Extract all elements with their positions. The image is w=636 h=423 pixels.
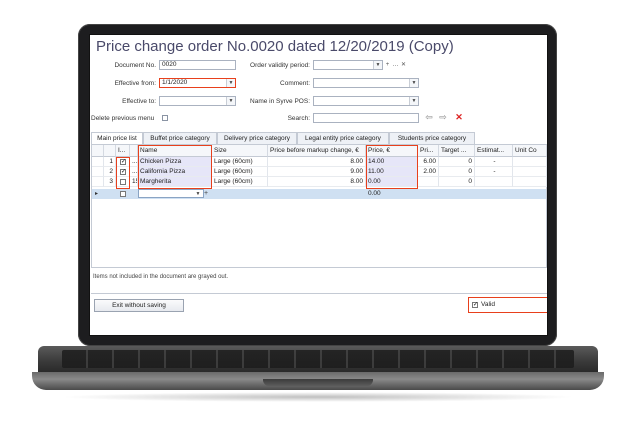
include-checkbox[interactable]	[120, 191, 126, 197]
row-indicator	[92, 167, 104, 177]
chevron-down-icon[interactable]: ▼	[409, 79, 418, 87]
target-cell: 0	[439, 167, 475, 177]
laptop-shadow	[60, 392, 576, 402]
close-x-icon[interactable]: ✕	[454, 113, 464, 122]
arrow-right-icon[interactable]: ⇨	[438, 113, 448, 122]
mark-cell: ...	[130, 167, 138, 177]
chevron-down-icon[interactable]: ▼	[194, 190, 202, 198]
effective-to-label: Effective to:	[122, 98, 156, 105]
tab-delivery[interactable]: Delivery price category	[217, 132, 297, 144]
unit-cost-column-header[interactable]: Unit Co	[513, 145, 547, 157]
valid-label: Valid	[481, 301, 495, 308]
effective-to-field[interactable]: ▼	[159, 96, 236, 106]
pri-cell: 6.00	[418, 157, 439, 167]
order-validity-field[interactable]: ▼	[313, 60, 383, 70]
price-column-highlight	[366, 145, 418, 189]
arrow-left-icon[interactable]: ⇦	[424, 113, 434, 122]
chevron-down-icon[interactable]: ▼	[409, 97, 418, 105]
size-cell[interactable]: Large (60cm)	[212, 177, 268, 187]
row-number: 3	[104, 177, 116, 187]
chevron-down-icon[interactable]: ▼	[226, 79, 235, 87]
row-indicator	[92, 157, 104, 167]
effective-from-value: 1/1/2020	[162, 79, 188, 86]
unit-cost-cell	[513, 167, 547, 177]
unit-cost-cell	[513, 177, 547, 187]
row-number-header	[104, 145, 116, 157]
price-before-cell: 8.00	[268, 177, 366, 187]
valid-highlight: ✓ Valid	[468, 297, 547, 313]
chevron-down-icon[interactable]: ▼	[226, 97, 235, 105]
clear-icon[interactable]: ✕	[400, 61, 407, 69]
pri-cell: 2.00	[418, 167, 439, 177]
estimated-cell: -	[475, 167, 513, 177]
delete-previous-menu-checkbox[interactable]	[162, 115, 168, 121]
comment-field[interactable]: ▼	[313, 78, 419, 88]
laptop-keyboard	[62, 350, 574, 368]
current-row-arrow-icon: ▸	[95, 191, 99, 197]
row-number: 1	[104, 157, 116, 167]
order-validity-label: Order validity period:	[250, 62, 310, 69]
tab-buffet[interactable]: Buffet price category	[143, 132, 217, 144]
price-before-column-header[interactable]: Price before markup change, €	[268, 145, 366, 157]
include-column-header[interactable]: I...	[116, 145, 130, 157]
valid-checkbox[interactable]: ✓	[472, 302, 478, 308]
pri-column-header[interactable]: Pri...	[418, 145, 439, 157]
name-column-highlight	[138, 145, 212, 189]
size-column-header[interactable]: Size	[212, 145, 268, 157]
tab-legal-entity[interactable]: Legal entity price category	[297, 132, 389, 144]
unit-cost-cell	[513, 157, 547, 167]
new-row[interactable]: ▸ ▼ + 0.00	[92, 189, 546, 199]
effective-from-field[interactable]: 1/1/2020 ▼	[159, 78, 236, 88]
target-cell: 0	[439, 157, 475, 167]
window-title: Price change order No.0020 dated 12/20/2…	[96, 38, 454, 55]
delete-previous-menu-label: Delete previous menu	[91, 115, 155, 122]
more-icon[interactable]: …	[392, 61, 399, 69]
add-icon[interactable]: +	[202, 189, 210, 199]
mark-cell: ...	[130, 157, 138, 167]
row-indicator-header	[92, 145, 104, 157]
comment-label: Comment:	[280, 80, 310, 87]
estimated-column-header[interactable]: Estimat...	[475, 145, 513, 157]
target-cell: 0	[439, 177, 475, 187]
document-no-field[interactable]: 0020	[159, 60, 236, 70]
add-icon[interactable]: +	[384, 61, 391, 69]
mark-cell: 15	[130, 177, 138, 187]
row-number: 2	[104, 167, 116, 177]
grayed-out-note: Items not included in the document are g…	[93, 274, 229, 280]
search-input[interactable]	[313, 113, 419, 123]
price-before-cell: 9.00	[268, 167, 366, 177]
row-indicator	[92, 177, 104, 187]
laptop-notch	[263, 379, 373, 386]
chevron-down-icon[interactable]: ▼	[373, 61, 382, 69]
name-pos-field[interactable]: ▼	[313, 96, 419, 106]
price-grid: I... Name Size Price before markup chang…	[91, 144, 547, 268]
document-no-label: Document No.	[114, 62, 156, 69]
new-row-price: 0.00	[368, 190, 381, 197]
divider	[91, 293, 547, 294]
effective-from-label: Effective from:	[114, 80, 156, 87]
mark-column-header[interactable]	[130, 145, 138, 157]
pri-cell	[418, 177, 439, 187]
size-cell[interactable]: Large (60cm)	[212, 157, 268, 167]
app-window: Price change order No.0020 dated 12/20/2…	[89, 34, 548, 336]
target-column-header[interactable]: Target ...	[439, 145, 475, 157]
price-before-cell: 8.00	[268, 157, 366, 167]
exit-without-saving-button[interactable]: Exit without saving	[94, 299, 184, 312]
name-pos-label: Name in Syrve POS:	[250, 98, 310, 105]
estimated-cell: -	[475, 157, 513, 167]
estimated-cell	[475, 177, 513, 187]
price-category-tabs: Main price list Buffet price category De…	[91, 132, 547, 145]
include-column-highlight	[116, 157, 130, 189]
size-cell[interactable]: Large (60cm)	[212, 167, 268, 177]
search-label: Search:	[287, 115, 310, 122]
tab-students[interactable]: Students price category	[389, 132, 475, 144]
